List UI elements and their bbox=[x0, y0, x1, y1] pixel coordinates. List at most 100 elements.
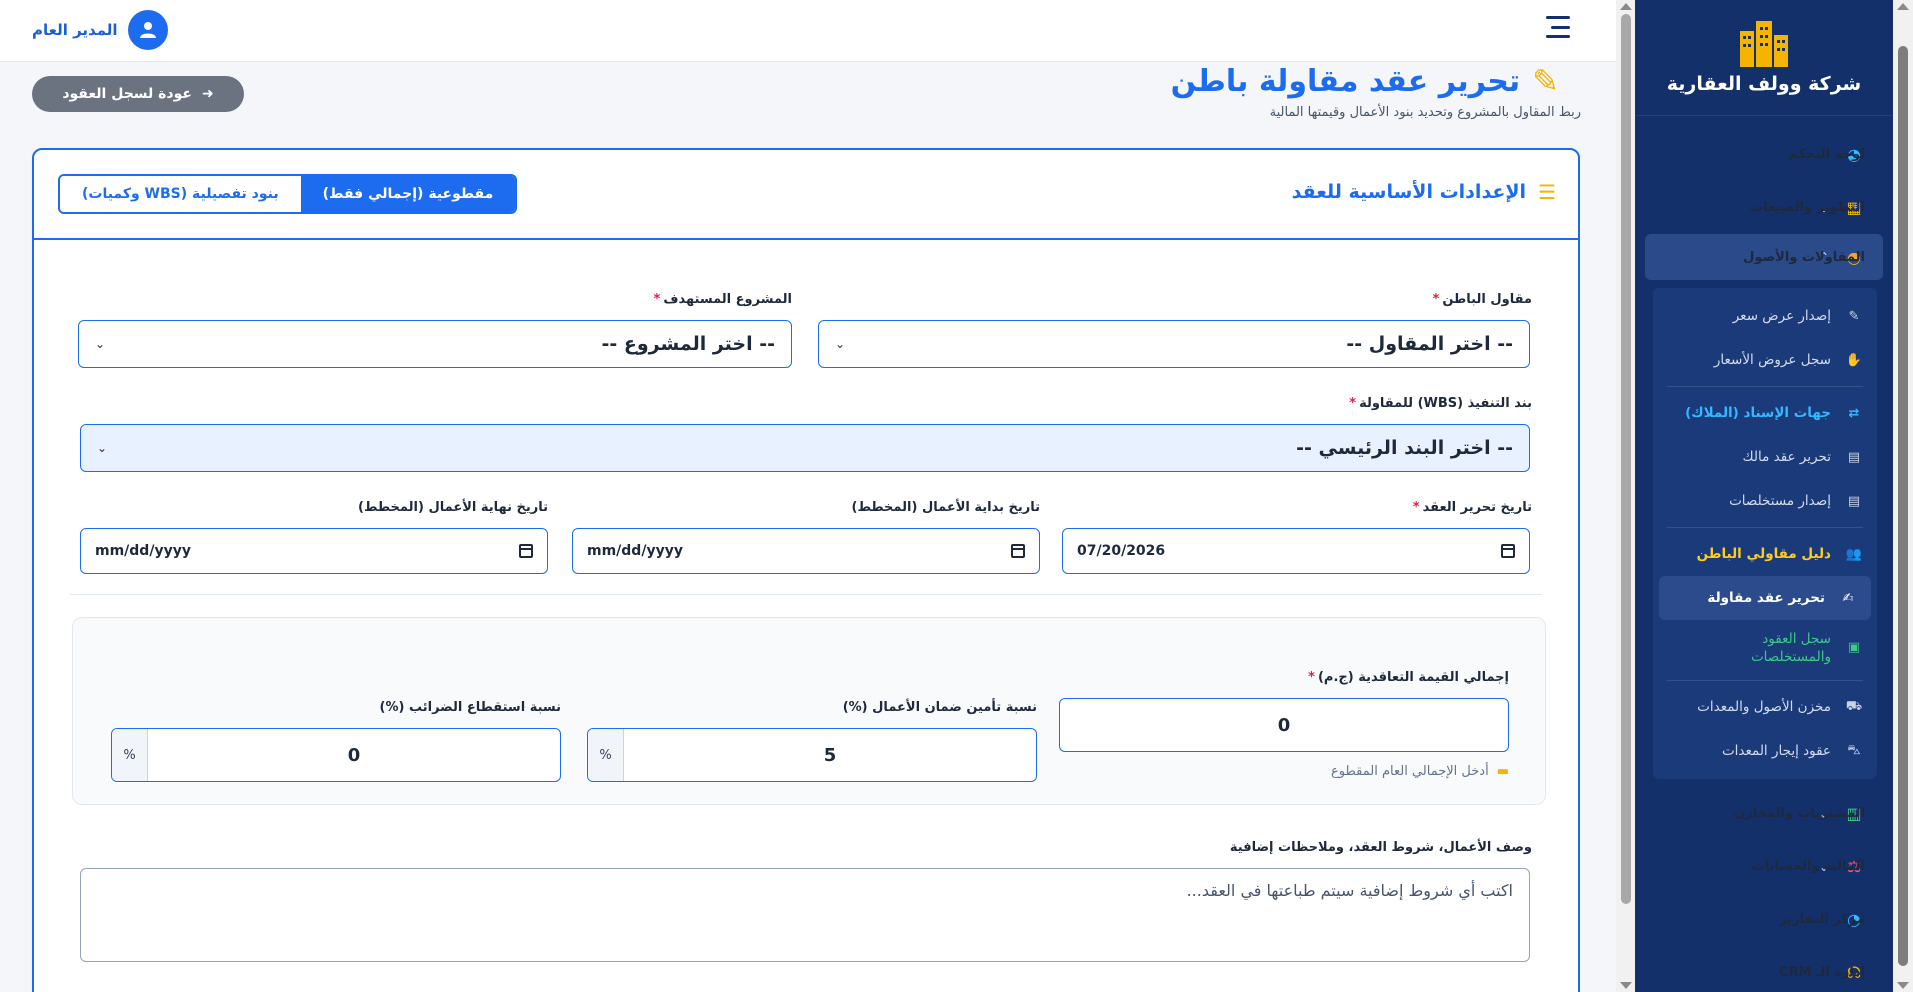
main-scrollbar[interactable] bbox=[1616, 0, 1636, 992]
tax-value[interactable]: 0 bbox=[148, 729, 560, 781]
menu-toggle-icon[interactable] bbox=[1546, 16, 1570, 38]
sidebar-sub-item-equipment-rentals[interactable]: ⛍ عقود إيجار المعدات bbox=[1653, 729, 1877, 773]
user-name: المدير العام bbox=[32, 21, 118, 39]
project-select-value: -- اختر المشروع -- bbox=[601, 333, 776, 355]
avatar bbox=[127, 10, 168, 50]
sidebar-item-label: المشتريات والمخازن bbox=[1734, 806, 1865, 821]
contracting-submenu: ✎ إصدار عرض سعر ✋ سجل عروض الأسعار ⇄ جها… bbox=[1653, 288, 1877, 779]
tax-input[interactable]: 0 % bbox=[111, 728, 561, 782]
hand-coin-icon: ✋ bbox=[1845, 352, 1863, 368]
total-hint-text: أدخل الإجمالي العام المقطوع bbox=[1331, 764, 1489, 779]
sidebar-item-procurement[interactable]: ▥ المشتريات والمخازن ⌄ bbox=[1635, 787, 1893, 840]
sidebar-sub-item-quote[interactable]: ✎ إصدار عرض سعر bbox=[1653, 294, 1877, 338]
book-icon: ▣ bbox=[1847, 640, 1861, 656]
tax-label: نسبة استقطاع الضرائب (%) bbox=[379, 700, 561, 715]
calendar-icon[interactable] bbox=[519, 544, 533, 558]
calendar-icon[interactable] bbox=[1501, 544, 1515, 558]
contract-settings-card: ☰ الإعدادات الأساسية للعقد مقطوعية (إجما… bbox=[32, 148, 1580, 992]
percent-unit: % bbox=[112, 729, 148, 781]
total-value-hint: ▬ أدخل الإجمالي العام المقطوع bbox=[1331, 764, 1509, 779]
back-to-contracts-button[interactable]: ➜ عودة لسجل العقود bbox=[32, 76, 244, 112]
chevron-down-icon: ⌄ bbox=[835, 337, 846, 351]
retention-label: نسبة تأمين ضمان الأعمال (%) bbox=[842, 700, 1037, 715]
sidebar-sub-item-edit-subcontract[interactable]: ✍ تحرير عقد مقاولة bbox=[1659, 576, 1871, 620]
sidebar-item-contracting-assets[interactable]: ◓ المقاولات والأصول ⌃ bbox=[1645, 234, 1883, 280]
sidebar-sub-item-subcontractors[interactable]: 👥 دليل مقاولي الباطن bbox=[1653, 532, 1877, 576]
contract-date-input[interactable]: 07/20/2026 bbox=[1062, 528, 1530, 574]
sidebar-item-label: إدارة الـ CRM bbox=[1778, 965, 1865, 980]
truck-loading-icon: ⛍ bbox=[1847, 742, 1861, 758]
scroll-up-arrow[interactable] bbox=[1620, 3, 1632, 10]
start-date-input[interactable]: mm/dd/yyyy bbox=[572, 528, 1040, 574]
file-signature-icon: ✍ bbox=[1842, 590, 1854, 606]
section-divider bbox=[70, 594, 1542, 595]
users-icon: 👥 bbox=[1845, 546, 1863, 562]
scroll-thumb[interactable] bbox=[1621, 14, 1631, 904]
page-heading: تحرير عقد مقاولة باطن bbox=[1170, 63, 1521, 99]
calendar-icon[interactable] bbox=[1011, 544, 1025, 558]
back-button-label: عودة لسجل العقود bbox=[62, 86, 192, 102]
end-date-input[interactable]: mm/dd/yyyy bbox=[80, 528, 548, 574]
retention-input[interactable]: 5 % bbox=[587, 728, 1037, 782]
card-title-text: الإعدادات الأساسية للعقد bbox=[1291, 181, 1527, 203]
sidebar-item-label: مركز التقارير bbox=[1779, 912, 1865, 927]
sub-item-label: دليل مقاولي الباطن bbox=[1696, 546, 1831, 562]
sub-item-label: مخزن الأصول والمعدات bbox=[1697, 699, 1831, 715]
tab-lump-sum[interactable]: مقطوعية (إجمالي فقط) bbox=[300, 176, 516, 212]
sidebar-sub-item-owners[interactable]: ⇄ جهات الإسناد (الملاك) bbox=[1653, 391, 1877, 435]
sidebar-item-dashboard[interactable]: ◕ لوحة التحكم bbox=[1635, 128, 1893, 181]
sidebar-sub-item-assets-store[interactable]: ⛟ مخزن الأصول والمعدات bbox=[1653, 685, 1877, 729]
contractor-select[interactable]: -- اختر المقاول -- ⌄ bbox=[818, 320, 1530, 368]
submenu-divider bbox=[1667, 386, 1863, 387]
handshake-icon: ⇄ bbox=[1848, 405, 1860, 421]
scroll-down-arrow[interactable] bbox=[1897, 982, 1909, 989]
scroll-thumb[interactable] bbox=[1898, 46, 1908, 966]
sidebar-item-finance[interactable]: ⚖ المالية والحسابات ⌄ bbox=[1635, 840, 1893, 893]
top-bar: المدير العام bbox=[0, 0, 1616, 62]
notes-textarea[interactable]: اكتب أي شروط إضافية سيتم طباعتها في العق… bbox=[80, 868, 1530, 962]
chevron-down-icon: ⌄ bbox=[95, 337, 106, 351]
card-header: ☰ الإعدادات الأساسية للعقد مقطوعية (إجما… bbox=[34, 150, 1578, 240]
sidebar-sub-item-contracts-log[interactable]: ▣ سجل العقود والمستخلصات bbox=[1653, 620, 1877, 676]
financial-section: إجمالي القيمة التعاقدية (ج.م)* 0 ▬ أدخل … bbox=[72, 617, 1546, 805]
user-menu[interactable]: المدير العام bbox=[32, 10, 168, 50]
wbs-select[interactable]: -- اختر البند الرئيسي -- ⌄ bbox=[80, 424, 1530, 472]
sliders-icon: ☰ bbox=[1538, 180, 1556, 204]
sub-item-label: سجل العقود والمستخلصات bbox=[1750, 630, 1831, 665]
total-value-label: إجمالي القيمة التعاقدية (ج.م)* bbox=[1308, 670, 1509, 685]
project-select[interactable]: -- اختر المشروع -- ⌄ bbox=[78, 320, 792, 368]
tab-detailed-wbs[interactable]: بنود تفصيلية (WBS وكميات) bbox=[60, 176, 301, 212]
sidebar-sub-item-extracts[interactable]: ▤ إصدار مستخلصات bbox=[1653, 479, 1877, 523]
sidebar-item-reports[interactable]: ◔ مركز التقارير bbox=[1635, 893, 1893, 946]
sub-item-label: إصدار عرض سعر bbox=[1732, 308, 1831, 324]
edit-document-icon: ✎ bbox=[1532, 62, 1559, 100]
end-date-value: mm/dd/yyyy bbox=[95, 543, 191, 559]
end-date-label: تاريخ نهاية الأعمال (المخطط) bbox=[358, 500, 548, 515]
sub-item-label: عقود إيجار المعدات bbox=[1721, 743, 1831, 759]
sidebar-scrollbar[interactable] bbox=[1893, 0, 1913, 992]
sidebar-sub-item-quotes-log[interactable]: ✋ سجل عروض الأسعار bbox=[1653, 338, 1877, 382]
chevron-down-icon: ⌄ bbox=[97, 441, 108, 455]
total-value-input[interactable]: 0 bbox=[1059, 698, 1509, 752]
scroll-up-arrow[interactable] bbox=[1897, 3, 1909, 10]
document-icon: ▤ bbox=[1847, 449, 1861, 465]
card-title: ☰ الإعدادات الأساسية للعقد bbox=[1292, 180, 1556, 204]
sidebar-item-label: المقاولات والأصول bbox=[1743, 249, 1865, 265]
contract-date-label: تاريخ تحرير العقد* bbox=[1412, 500, 1532, 515]
sidebar-sub-item-owner-contract[interactable]: ▤ تحرير عقد مالك bbox=[1653, 435, 1877, 479]
start-date-label: تاريخ بداية الأعمال (المخطط) bbox=[851, 500, 1040, 515]
sub-item-label: تحرير عقد مالك bbox=[1742, 449, 1831, 465]
retention-value[interactable]: 5 bbox=[624, 729, 1036, 781]
contract-date-value: 07/20/2026 bbox=[1077, 543, 1166, 559]
sidebar: شركة وولف العقارية ◕ لوحة التحكم ▦ التطو… bbox=[1635, 0, 1893, 992]
brand: شركة وولف العقارية bbox=[1635, 0, 1893, 116]
sidebar-item-crm[interactable]: ☊ إدارة الـ CRM bbox=[1635, 946, 1893, 992]
sub-item-label: جهات الإسناد (الملاك) bbox=[1685, 405, 1831, 421]
city-logo-icon bbox=[1740, 20, 1788, 67]
sidebar-item-development-sales[interactable]: ▦ التطوير والمبيعات ⌄ bbox=[1635, 181, 1893, 234]
page-subtitle: ربط المقاول بالمشروع وتحديد بنود الأعمال… bbox=[1269, 105, 1581, 120]
sidebar-item-label: لوحة التحكم bbox=[1788, 147, 1865, 162]
scroll-down-arrow[interactable] bbox=[1620, 982, 1632, 989]
sub-item-label: إصدار مستخلصات bbox=[1729, 493, 1831, 509]
file-edit-icon: ✎ bbox=[1848, 308, 1860, 324]
